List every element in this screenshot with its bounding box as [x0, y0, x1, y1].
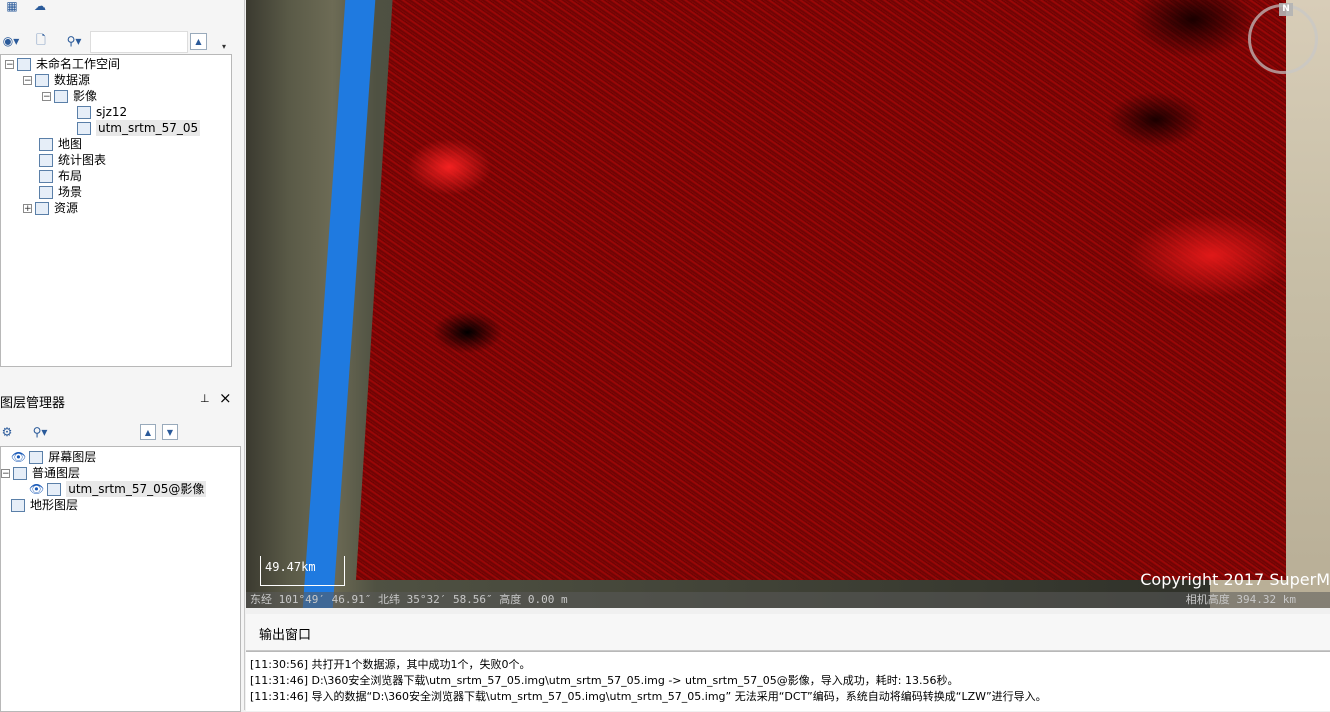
- output-window-header: 输出窗口: [246, 614, 1330, 651]
- camera-height-readout: 相机高度 394.32 km: [1185, 593, 1296, 606]
- layer-move-up-button[interactable]: ▲: [140, 424, 156, 440]
- raster-icon: [47, 482, 62, 496]
- tree-node-label: 布局: [58, 169, 83, 183]
- left-panel: ▦ ☁ ◉▾ 🗋 ⚲▾ ▲ ▾ − 未命名工作空间 − 数据源 − 影像 sjz…: [0, 0, 245, 712]
- layer-manager-header: 图层管理器 ⊥ ×: [0, 386, 243, 414]
- tree-node-label: 地图: [58, 137, 83, 151]
- layer-node-screen[interactable]: 👁 屏幕图层: [11, 449, 96, 465]
- scene-view[interactable]: N 49.47km Copyright 2017 SuperM 东经 101°4…: [246, 0, 1330, 608]
- log-line: [11:30:56] 共打开1个数据源，其中成功1个，失败0个。: [250, 658, 531, 671]
- log-line: [11:31:46] 导入的数据“D:\360安全浏览器下载\utm_srtm_…: [250, 690, 1047, 703]
- collapse-icon[interactable]: −: [42, 91, 51, 101]
- copyright-text: Copyright 2017 SuperM: [1140, 570, 1330, 589]
- cloud-tab-icon[interactable]: ☁: [30, 0, 50, 13]
- tree-node-label: 资源: [54, 201, 79, 215]
- tree-node-label: 数据源: [54, 73, 91, 87]
- layer-label: 普通图层: [32, 466, 81, 480]
- layer-label: 屏幕图层: [48, 450, 97, 464]
- layer-label: utm_srtm_57_05@影像: [66, 481, 207, 497]
- layer-node-utm[interactable]: 👁 utm_srtm_57_05@影像: [29, 481, 207, 497]
- layer-move-down-button[interactable]: ▼: [162, 424, 178, 440]
- output-window-tab[interactable]: 输出窗口: [259, 624, 311, 643]
- north-label: N: [1279, 3, 1293, 16]
- tree-node-label: 影像: [73, 89, 98, 103]
- scale-label: 49.47km: [265, 560, 316, 574]
- eye-icon[interactable]: 👁: [29, 481, 44, 497]
- tree-node-layouts[interactable]: 布局: [39, 168, 82, 184]
- chart-icon: [39, 153, 53, 167]
- tree-node-label: utm_srtm_57_05: [96, 120, 201, 136]
- scene-status-bar: 东经 101°49′ 46.91″ 北纬 35°32′ 58.56″ 高度 0.…: [246, 592, 1330, 608]
- tree-node-workspace[interactable]: − 未命名工作空间: [5, 56, 120, 72]
- tree-node-dataset-utm[interactable]: utm_srtm_57_05: [77, 120, 201, 136]
- tree-node-resources[interactable]: + 资源: [23, 200, 78, 216]
- tree-node-scenes[interactable]: 场景: [39, 184, 82, 200]
- close-icon[interactable]: ×: [219, 389, 232, 407]
- compass-control[interactable]: N: [1248, 3, 1318, 74]
- map-icon: [39, 137, 53, 151]
- coordinates-readout: 东经 101°49′ 46.91″ 北纬 35°32′ 58.56″ 高度 0.…: [250, 593, 568, 606]
- workspace-icon: [17, 57, 31, 71]
- open-file-icon[interactable]: 🗋: [32, 32, 50, 50]
- workspace-tree: − 未命名工作空间 − 数据源 − 影像 sjz12 utm_srtm_57_0…: [0, 54, 232, 367]
- tree-node-maps[interactable]: 地图: [39, 136, 82, 152]
- datasource-icon: [35, 73, 49, 87]
- scene-icon: [39, 185, 53, 199]
- tree-node-image-datasource[interactable]: − 影像: [42, 88, 97, 104]
- layer-node-normal[interactable]: − 普通图层: [1, 465, 80, 481]
- resource-icon: [35, 201, 49, 215]
- tree-node-label: 未命名工作空间: [36, 57, 121, 71]
- layer-group-icon: [13, 466, 27, 480]
- log-line: [11:31:46] D:\360安全浏览器下载\utm_srtm_57_05.…: [250, 674, 959, 687]
- collapse-icon[interactable]: −: [23, 75, 32, 85]
- pin-icon[interactable]: ⊥: [200, 392, 210, 405]
- scale-bar: 49.47km: [260, 556, 345, 586]
- tree-node-charts[interactable]: 统计图表: [39, 152, 106, 168]
- raster-icon: [77, 105, 91, 119]
- expand-icon[interactable]: +: [23, 203, 32, 213]
- tree-node-label: 场景: [58, 185, 83, 199]
- layer-tree: 👁 屏幕图层 − 普通图层 👁 utm_srtm_57_05@影像 地形图层: [0, 446, 241, 712]
- layer-options-icon[interactable]: ⚙: [0, 424, 14, 440]
- tree-node-label: sjz12: [96, 105, 128, 119]
- terrain-layer-icon: [11, 498, 25, 512]
- tree-node-datasource[interactable]: − 数据源: [23, 72, 90, 88]
- tree-node-dataset-sjz12[interactable]: sjz12: [77, 104, 127, 120]
- collapse-icon[interactable]: −: [5, 59, 14, 69]
- layout-icon: [39, 169, 53, 183]
- search-input[interactable]: [90, 31, 188, 53]
- raster-icon: [77, 121, 91, 135]
- collapse-icon[interactable]: −: [1, 468, 10, 478]
- tree-node-label: 统计图表: [58, 153, 107, 167]
- toolbar-more-icon[interactable]: ▾: [218, 40, 230, 52]
- layer-node-terrain[interactable]: 地形图层: [11, 497, 78, 513]
- search-dropdown-icon[interactable]: ⚲▾: [60, 32, 88, 50]
- move-up-button[interactable]: ▲: [190, 33, 207, 50]
- workspace-tab-icon[interactable]: ▦: [4, 0, 20, 13]
- screen-layer-icon: [29, 450, 44, 464]
- layer-label: 地形图层: [30, 498, 79, 512]
- view-dropdown-icon[interactable]: ◉▾: [0, 32, 22, 50]
- output-log: [11:30:56] 共打开1个数据源，其中成功1个，失败0个。 [11:31:…: [246, 651, 1330, 711]
- layer-search-dropdown-icon[interactable]: ⚲▾: [26, 424, 54, 440]
- terrain-raster: [356, 0, 1286, 580]
- layer-manager-title: 图层管理器: [0, 396, 66, 411]
- eye-icon[interactable]: 👁: [11, 449, 26, 465]
- image-folder-icon: [54, 89, 68, 103]
